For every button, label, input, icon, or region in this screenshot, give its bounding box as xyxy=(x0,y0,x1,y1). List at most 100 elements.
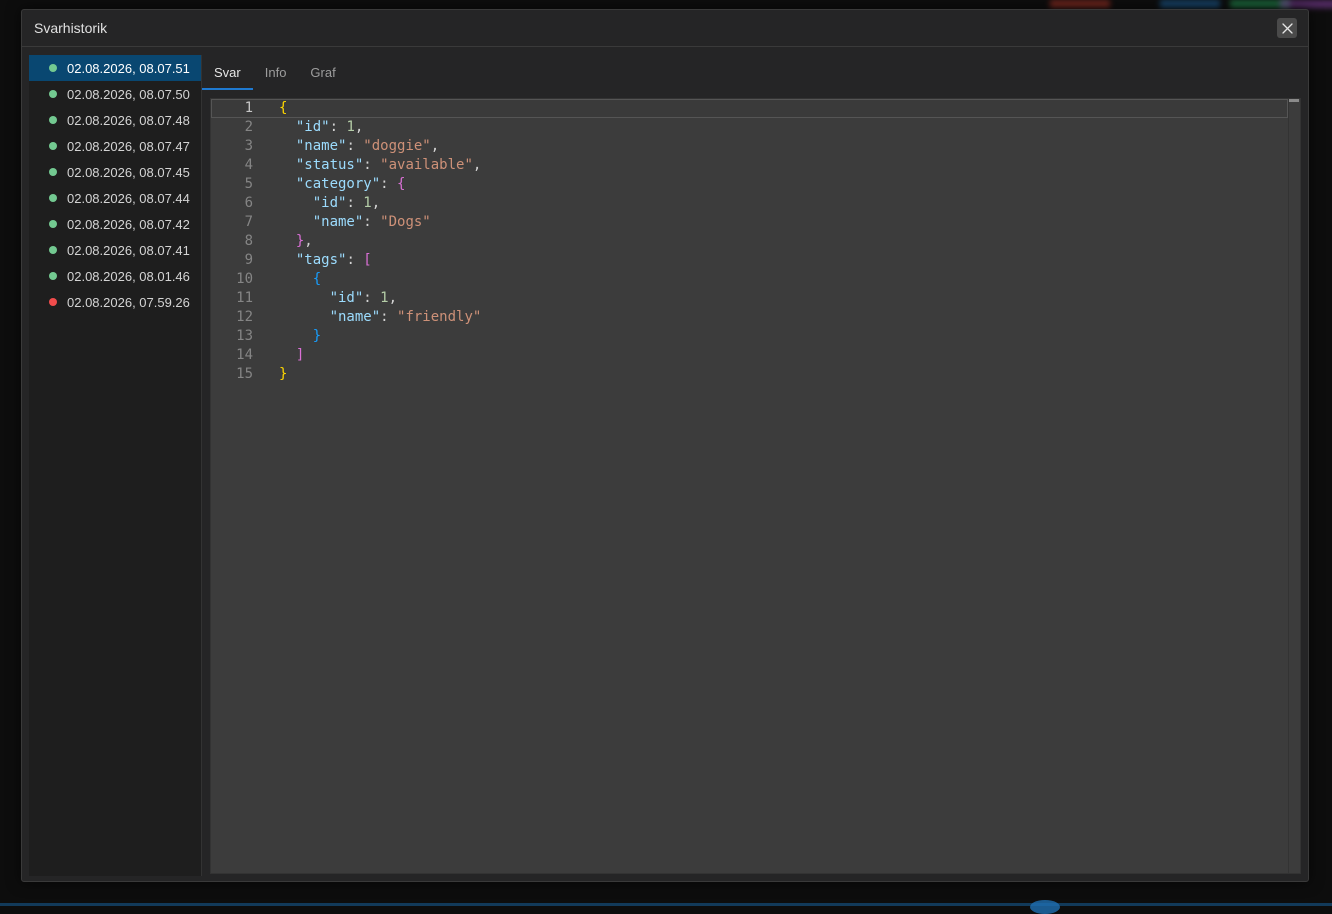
response-editor[interactable]: 1{2 "id": 1, 3 "name": "doggie", 4 "status… xyxy=(210,98,1301,874)
line-number: 9 xyxy=(244,252,253,268)
code-token: , xyxy=(304,233,313,249)
code-line: 8 }, xyxy=(211,232,1286,251)
code-token: , xyxy=(430,138,440,154)
code-token: : xyxy=(380,176,398,192)
line-number: 6 xyxy=(244,195,253,211)
code-token: "id" xyxy=(329,290,364,306)
code-token: 1 xyxy=(380,290,389,306)
code-token: : xyxy=(363,214,381,230)
code-token: : xyxy=(329,119,347,135)
tab-svar[interactable]: Svar xyxy=(202,55,253,90)
history-item-label: 02.08.2026, 08.07.50 xyxy=(67,86,190,102)
code-line: 13 } xyxy=(211,327,1286,346)
line-number: 8 xyxy=(244,233,253,249)
status-dot-ok xyxy=(49,64,57,72)
history-item-label: 02.08.2026, 08.07.47 xyxy=(67,138,190,154)
history-item-label: 02.08.2026, 08.07.42 xyxy=(67,216,190,232)
code-token: [ xyxy=(363,252,372,268)
line-number: 12 xyxy=(236,309,253,325)
code-token: { xyxy=(397,176,406,192)
line-text: }, xyxy=(279,232,313,251)
background-glow xyxy=(1160,0,1220,8)
status-dot-ok xyxy=(49,90,57,98)
code-token: : xyxy=(346,195,364,211)
code-token: : xyxy=(363,290,381,306)
code-token: "available" xyxy=(380,157,473,173)
history-list: 02.08.2026, 08.07.51 02.08.2026, 08.07.50… xyxy=(29,55,202,876)
code-token: , xyxy=(388,290,398,306)
line-text: "name": "Dogs" xyxy=(279,213,431,232)
history-item[interactable]: 02.08.2026, 08.07.48 xyxy=(29,107,201,133)
code-token: "category" xyxy=(295,176,381,192)
code-line: 3 "name": "doggie", xyxy=(211,137,1286,156)
history-item[interactable]: 02.08.2026, 08.01.46 xyxy=(29,263,201,289)
line-text: { xyxy=(279,270,321,289)
line-number: 1 xyxy=(244,100,253,116)
code-token: "status" xyxy=(295,157,364,173)
code-line: 6 "id": 1, xyxy=(211,194,1286,213)
history-item[interactable]: 02.08.2026, 07.59.26 xyxy=(29,289,201,315)
code-token: { xyxy=(279,100,288,116)
tab-graf[interactable]: Graf xyxy=(298,55,347,90)
line-number: 4 xyxy=(244,157,253,173)
close-icon xyxy=(1281,22,1293,34)
scrollbar-thumb[interactable] xyxy=(1289,99,1299,102)
history-item-label: 02.08.2026, 08.07.44 xyxy=(67,190,190,206)
history-item[interactable]: 02.08.2026, 08.07.47 xyxy=(29,133,201,159)
close-button[interactable] xyxy=(1277,18,1297,38)
history-item-label: 02.08.2026, 08.07.45 xyxy=(67,164,190,180)
line-number: 7 xyxy=(244,214,253,230)
line-text: } xyxy=(279,327,321,346)
status-dot-ok xyxy=(49,142,57,150)
history-item[interactable]: 02.08.2026, 08.07.51 xyxy=(29,55,201,81)
status-dot-ok xyxy=(49,194,57,202)
tab-info[interactable]: Info xyxy=(253,55,299,90)
history-item-label: 02.08.2026, 08.07.51 xyxy=(67,60,190,76)
code-line: 12 "name": "friendly" xyxy=(211,308,1286,327)
line-number: 15 xyxy=(236,366,253,382)
code-token: , xyxy=(354,119,364,135)
code-token: , xyxy=(371,195,381,211)
dialog-titlebar: Svarhistorik xyxy=(22,10,1308,47)
code-line: 10 { xyxy=(211,270,1286,289)
code-token: "name" xyxy=(295,138,347,154)
dialog-title: Svarhistorik xyxy=(34,20,108,36)
line-text: ] xyxy=(279,346,304,365)
code-token: "name" xyxy=(312,214,364,230)
code-line: 14 ] xyxy=(211,346,1286,365)
line-text: "tags": [ xyxy=(279,251,372,270)
line-text: { xyxy=(279,99,287,118)
vertical-scrollbar[interactable] xyxy=(1288,99,1300,873)
response-history-dialog: Svarhistorik 02.08.2026, 08.07.51 02.08.2… xyxy=(21,9,1309,882)
history-item[interactable]: 02.08.2026, 08.07.50 xyxy=(29,81,201,107)
line-number: 13 xyxy=(236,328,253,344)
line-text: "category": { xyxy=(279,175,406,194)
status-dot-ok xyxy=(49,168,57,176)
status-dot-error xyxy=(49,298,57,306)
history-item[interactable]: 02.08.2026, 08.07.44 xyxy=(29,185,201,211)
tab-bar: Svar Info Graf xyxy=(202,55,348,90)
line-number: 10 xyxy=(236,271,253,287)
history-item-label: 02.08.2026, 08.07.41 xyxy=(67,242,190,258)
history-item[interactable]: 02.08.2026, 08.07.41 xyxy=(29,237,201,263)
background-dot xyxy=(1030,900,1060,914)
code-line: 1{ xyxy=(211,99,1286,118)
status-dot-ok xyxy=(49,246,57,254)
line-text: "id": 1, xyxy=(279,289,397,308)
history-item[interactable]: 02.08.2026, 08.07.42 xyxy=(29,211,201,237)
history-item[interactable]: 02.08.2026, 08.07.45 xyxy=(29,159,201,185)
line-text: "status": "available", xyxy=(279,156,481,175)
line-text: "name": "friendly" xyxy=(279,308,482,327)
code-token: "Dogs" xyxy=(380,214,431,230)
line-text: } xyxy=(279,365,287,384)
code-token: 1 xyxy=(346,119,355,135)
line-number: 5 xyxy=(244,176,253,192)
code-token: "id" xyxy=(312,195,347,211)
code-line: 15} xyxy=(211,365,1286,384)
